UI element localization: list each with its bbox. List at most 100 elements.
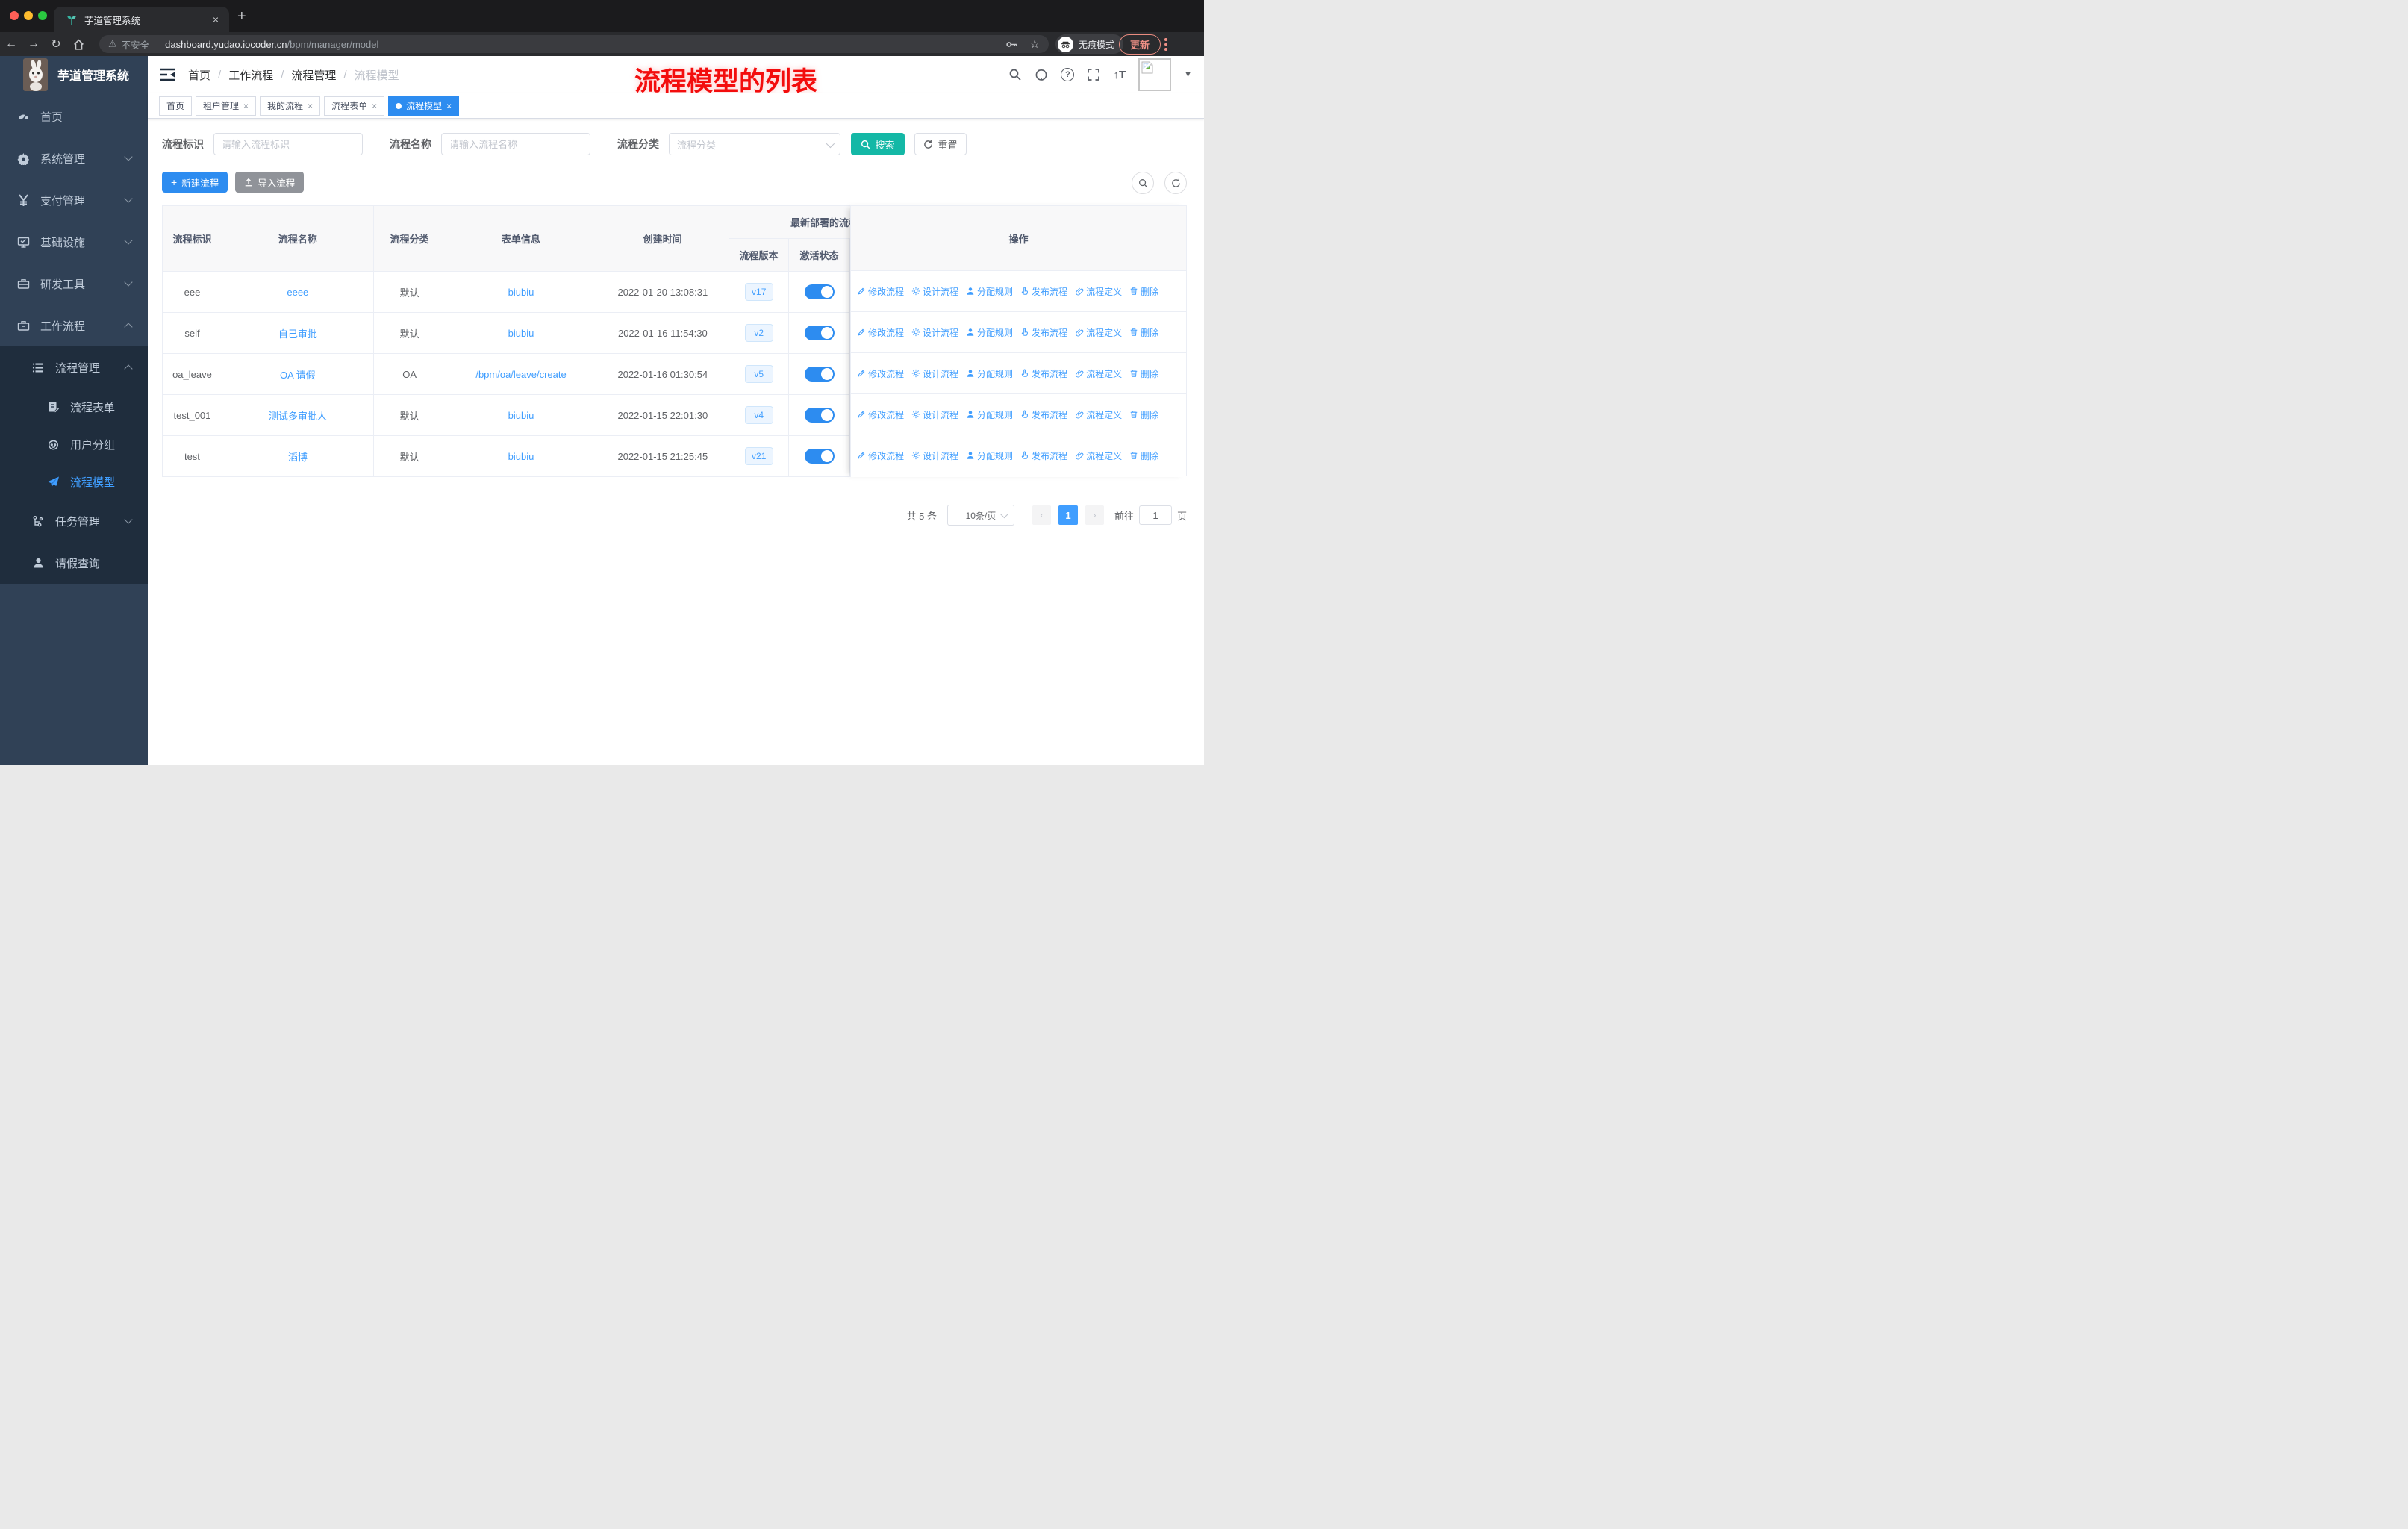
action-assign-user-link[interactable]: 分配规则 — [966, 449, 1013, 462]
tag-view-0[interactable]: 首页 — [159, 96, 193, 116]
cell-form-link[interactable]: biubiu — [446, 436, 597, 477]
close-window-button[interactable] — [10, 11, 19, 20]
action-definition-link[interactable]: 流程定义 — [1075, 326, 1122, 339]
action-definition-link[interactable]: 流程定义 — [1075, 367, 1122, 380]
font-size-icon[interactable]: ↑T — [1113, 69, 1126, 81]
page-size-select[interactable]: 10条/页 — [946, 505, 1014, 526]
active-toggle-switch[interactable] — [804, 449, 835, 464]
sidebar-item-5[interactable]: 工作流程 — [0, 305, 148, 346]
sidebar-item-10[interactable]: 任务管理 — [0, 500, 148, 542]
sidebar-item-4[interactable]: 研发工具 — [0, 263, 148, 305]
process-name-input[interactable] — [441, 133, 590, 155]
browser-menu-icon[interactable] — [1164, 36, 1167, 53]
user-avatar-broken-image[interactable] — [1138, 58, 1172, 91]
tag-close-icon[interactable]: × — [446, 101, 452, 111]
refresh-table-icon[interactable] — [1164, 172, 1187, 194]
cell-process-name-link[interactable]: 自己审批 — [222, 313, 374, 354]
sidebar-item-2[interactable]: 支付管理 — [0, 179, 148, 221]
action-delete-link[interactable]: 删除 — [1129, 408, 1158, 421]
active-toggle-switch[interactable] — [804, 326, 835, 340]
action-delete-link[interactable]: 删除 — [1129, 285, 1158, 298]
address-bar[interactable]: ⚠ 不安全 dashboard.yudao.iocoder.cn/bpm/man… — [99, 35, 1049, 53]
maximize-window-button[interactable] — [38, 11, 47, 20]
action-publish-link[interactable]: 发布流程 — [1020, 285, 1067, 298]
action-assign-user-link[interactable]: 分配规则 — [966, 285, 1013, 298]
back-icon[interactable]: ← — [0, 37, 22, 51]
tag-close-icon[interactable]: × — [308, 101, 313, 111]
password-key-icon[interactable] — [1005, 38, 1018, 51]
cell-form-link[interactable]: biubiu — [446, 272, 597, 313]
sidebar-item-9[interactable]: 流程模型 — [0, 463, 148, 500]
version-badge[interactable]: v4 — [744, 406, 773, 424]
action-delete-link[interactable]: 删除 — [1129, 326, 1158, 339]
cell-process-name-link[interactable]: OA 请假 — [222, 354, 374, 395]
bookmark-star-icon[interactable]: ☆ — [1030, 37, 1040, 51]
action-design-link[interactable]: 设计流程 — [911, 449, 958, 462]
tag-close-icon[interactable]: × — [372, 101, 377, 111]
version-badge[interactable]: v21 — [744, 447, 773, 465]
process-category-select[interactable]: 流程分类 — [669, 133, 840, 155]
version-badge[interactable]: v17 — [744, 283, 773, 301]
sidebar-item-11[interactable]: 请假查询 — [0, 542, 148, 584]
next-page-button[interactable]: › — [1085, 505, 1104, 525]
action-assign-user-link[interactable]: 分配规则 — [966, 408, 1013, 421]
cell-form-link[interactable]: biubiu — [446, 395, 597, 436]
action-design-link[interactable]: 设计流程 — [911, 367, 958, 380]
breadcrumb-item-0[interactable]: 首页 — [188, 67, 210, 83]
process-id-input[interactable] — [213, 133, 363, 155]
search-button[interactable]: 搜索 — [851, 133, 905, 155]
sidebar-item-7[interactable]: 流程表单 — [0, 388, 148, 426]
action-definition-link[interactable]: 流程定义 — [1075, 408, 1122, 421]
header-search-icon[interactable] — [1008, 68, 1022, 81]
minimize-window-button[interactable] — [24, 11, 33, 20]
cell-form-link[interactable]: /bpm/oa/leave/create — [446, 354, 597, 395]
active-toggle-switch[interactable] — [804, 367, 835, 382]
action-design-link[interactable]: 设计流程 — [911, 408, 958, 421]
tag-view-2[interactable]: 我的流程 × — [260, 96, 321, 116]
browser-update-button[interactable]: 更新 — [1119, 34, 1161, 55]
github-icon[interactable] — [1035, 68, 1048, 81]
breadcrumb-item-2[interactable]: 流程管理 — [291, 67, 336, 83]
cell-process-name-link[interactable]: eeee — [222, 272, 374, 313]
sidebar-item-3[interactable]: 基础设施 — [0, 221, 148, 263]
cell-process-name-link[interactable]: 滔博 — [222, 436, 374, 477]
browser-tab[interactable]: 芋道管理系统 × — [54, 7, 229, 32]
tag-view-3[interactable]: 流程表单 × — [324, 96, 385, 116]
action-design-link[interactable]: 设计流程 — [911, 326, 958, 339]
reload-icon[interactable]: ↻ — [45, 37, 67, 52]
security-label[interactable]: 不安全 — [122, 37, 150, 52]
show-search-toggle-icon[interactable] — [1132, 172, 1154, 194]
sidebar-item-6[interactable]: 流程管理 — [0, 346, 148, 388]
create-process-button[interactable]: + 新建流程 — [162, 172, 228, 193]
new-tab-button[interactable]: + — [237, 9, 246, 24]
action-edit-link[interactable]: 修改流程 — [857, 367, 904, 380]
action-publish-link[interactable]: 发布流程 — [1020, 367, 1067, 380]
window-controls[interactable] — [10, 11, 47, 20]
fullscreen-icon[interactable] — [1087, 68, 1100, 81]
action-assign-user-link[interactable]: 分配规则 — [966, 326, 1013, 339]
cell-process-name-link[interactable]: 测试多审批人 — [222, 395, 374, 436]
tag-view-4[interactable]: 流程模型 × — [388, 96, 460, 116]
tab-close-icon[interactable]: × — [210, 13, 222, 25]
action-delete-link[interactable]: 删除 — [1129, 367, 1158, 380]
sidebar-item-8[interactable]: 用户分组 — [0, 426, 148, 463]
action-edit-link[interactable]: 修改流程 — [857, 408, 904, 421]
sidebar-collapse-icon[interactable] — [159, 67, 175, 82]
version-badge[interactable]: v2 — [744, 324, 773, 342]
active-toggle-switch[interactable] — [804, 284, 835, 299]
action-edit-link[interactable]: 修改流程 — [857, 285, 904, 298]
tag-close-icon[interactable]: × — [243, 101, 249, 111]
help-icon[interactable]: ? — [1061, 68, 1075, 81]
action-edit-link[interactable]: 修改流程 — [857, 449, 904, 462]
action-publish-link[interactable]: 发布流程 — [1020, 408, 1067, 421]
prev-page-button[interactable]: ‹ — [1032, 505, 1051, 525]
app-logo-row[interactable]: 芋道管理系统 — [0, 56, 148, 93]
action-definition-link[interactable]: 流程定义 — [1075, 449, 1122, 462]
avatar-caret-down-icon[interactable]: ▼ — [1184, 70, 1192, 79]
action-definition-link[interactable]: 流程定义 — [1075, 285, 1122, 298]
action-design-link[interactable]: 设计流程 — [911, 285, 958, 298]
sidebar-item-1[interactable]: 系统管理 — [0, 137, 148, 179]
active-toggle-switch[interactable] — [804, 408, 835, 423]
sidebar-item-0[interactable]: 首页 — [0, 96, 148, 137]
goto-page-input[interactable] — [1138, 505, 1172, 525]
